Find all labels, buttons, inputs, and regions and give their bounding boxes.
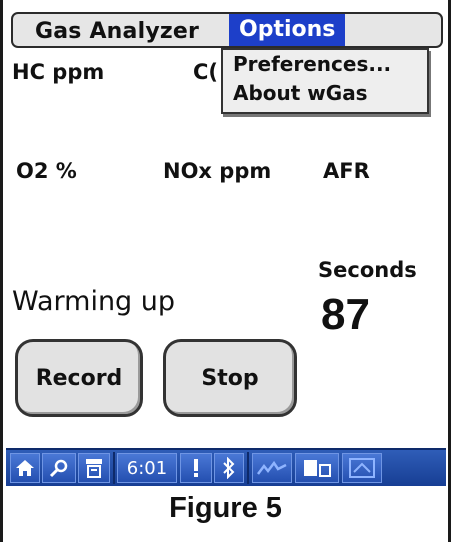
- device-icon[interactable]: [295, 453, 339, 483]
- menu-bar[interactable]: Gas Analyzer Options: [11, 12, 443, 48]
- seconds-label: Seconds: [318, 258, 417, 282]
- options-menu[interactable]: Options: [229, 14, 346, 46]
- device-screen: Gas Analyzer Options HC ppm C( Preferenc…: [3, 0, 448, 490]
- hc-ppm-label: HC ppm: [12, 60, 105, 84]
- afr-label: AFR: [323, 159, 370, 183]
- signal-icon[interactable]: [252, 453, 292, 483]
- home-icon[interactable]: [10, 453, 40, 483]
- app-menu-icon[interactable]: [78, 453, 110, 483]
- seconds-value: 87: [321, 290, 370, 339]
- search-icon[interactable]: [42, 453, 76, 483]
- taskbar: 6:01: [6, 448, 446, 486]
- clock[interactable]: 6:01: [117, 453, 177, 483]
- stop-button[interactable]: Stop: [163, 339, 297, 417]
- taskbar-separator: [247, 452, 249, 484]
- app-title-menu[interactable]: Gas Analyzer: [35, 19, 199, 44]
- options-dropdown: Preferences... About wGas: [221, 48, 429, 114]
- taskbar-separator: [113, 452, 115, 484]
- status-text: Warming up: [12, 286, 176, 317]
- co-label-partial: C(: [193, 60, 219, 84]
- record-button[interactable]: Record: [15, 339, 143, 417]
- alert-icon[interactable]: [180, 453, 212, 483]
- nox-ppm-label: NOx ppm: [163, 159, 272, 183]
- figure-caption: Figure 5: [169, 492, 282, 524]
- menu-item-about[interactable]: About wGas: [233, 81, 368, 105]
- bluetooth-icon[interactable]: [214, 453, 244, 483]
- o2-percent-label: O2 %: [16, 159, 77, 183]
- menu-item-preferences[interactable]: Preferences...: [233, 52, 391, 76]
- network-icon[interactable]: [342, 453, 382, 483]
